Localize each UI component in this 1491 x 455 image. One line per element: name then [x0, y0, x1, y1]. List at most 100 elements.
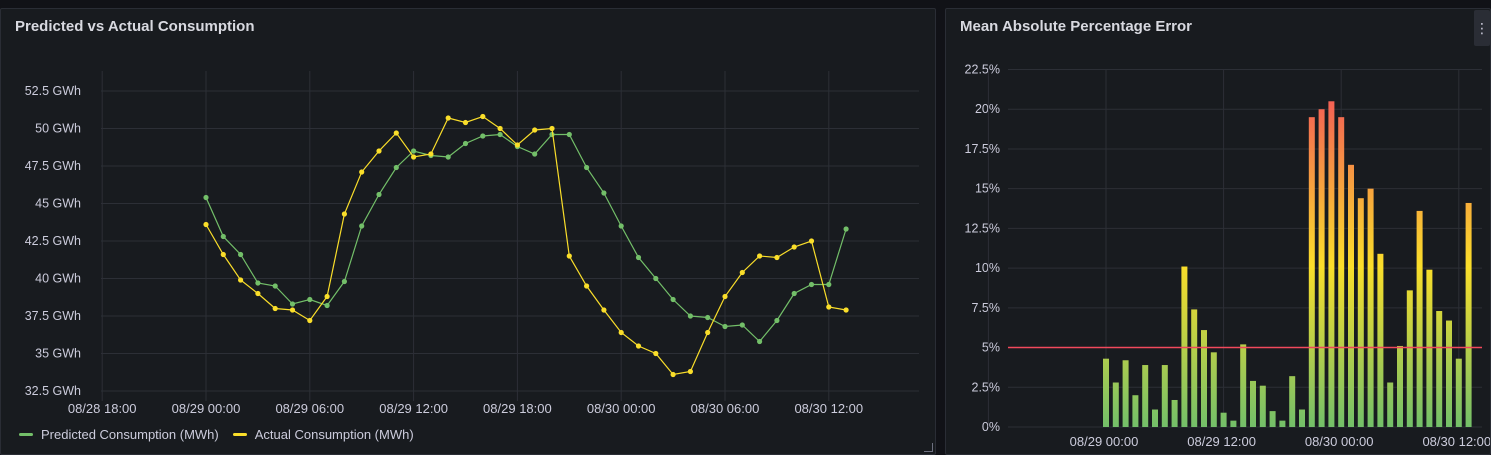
data-point-predicted — [359, 223, 365, 229]
error-bar — [1132, 395, 1139, 427]
y-tick-label: 12.5% — [965, 221, 1000, 235]
y-tick-label: 15% — [975, 182, 1000, 196]
data-point-actual — [549, 125, 555, 132]
error-bar — [1299, 409, 1305, 427]
y-tick-label: 35 GWh — [35, 347, 81, 361]
legend-swatch-predicted — [19, 433, 33, 436]
chart-legend: Predicted Consumption (MWh) Actual Consu… — [19, 427, 414, 442]
legend-swatch-actual — [232, 433, 247, 436]
x-tick-label: 08/30 12:00 — [1422, 434, 1491, 449]
error-bar — [1406, 290, 1413, 427]
data-point-predicted — [653, 275, 659, 282]
x-tick-label: 08/28 18:00 — [68, 401, 137, 416]
data-point-predicted — [808, 281, 815, 288]
data-point-predicted — [843, 226, 849, 232]
data-point-predicted — [341, 278, 347, 285]
data-point-actual — [584, 283, 590, 289]
x-tick-label: 08/30 00:00 — [1305, 434, 1374, 449]
x-tick-label: 08/30 00:00 — [587, 401, 656, 416]
error-bar — [1416, 210, 1423, 427]
data-point-actual — [272, 305, 278, 312]
data-point-actual — [601, 307, 607, 313]
error-bar — [1250, 380, 1256, 427]
data-point-actual — [359, 169, 365, 175]
error-bar — [1220, 412, 1227, 427]
error-bar — [1426, 269, 1433, 427]
x-tick-label: 08/29 00:00 — [172, 401, 241, 416]
data-point-actual — [445, 115, 451, 121]
data-point-actual — [411, 154, 417, 160]
y-tick-label: 0% — [982, 420, 1000, 434]
x-tick-label: 08/29 12:00 — [379, 401, 448, 416]
data-point-predicted — [584, 164, 590, 171]
data-point-actual — [341, 211, 347, 217]
error-bar — [1122, 360, 1129, 427]
data-point-actual — [289, 307, 296, 313]
error-bar — [1240, 344, 1247, 427]
data-point-predicted — [376, 191, 382, 198]
error-bar — [1201, 330, 1207, 427]
y-tick-label: 7.5% — [972, 301, 1001, 315]
data-point-predicted — [220, 233, 226, 240]
y-tick-label: 2.5% — [972, 380, 1001, 394]
data-point-actual — [255, 290, 261, 297]
data-point-predicted — [532, 151, 538, 157]
data-point-actual — [376, 148, 382, 154]
data-point-actual — [393, 130, 399, 136]
data-point-predicted — [445, 154, 451, 160]
data-point-predicted — [307, 296, 313, 303]
y-tick-label: 40 GWh — [35, 272, 81, 286]
data-point-predicted — [462, 140, 469, 147]
data-point-predicted — [601, 190, 607, 196]
data-point-actual — [670, 371, 676, 378]
error-bar — [1152, 409, 1158, 427]
data-point-predicted — [393, 164, 399, 171]
resize-handle-icon[interactable] — [924, 443, 933, 452]
data-point-predicted — [826, 281, 832, 288]
mape-bar-chart[interactable]: 0% 2.5% 5% 7.5% 10% 12.5% 15% 17.5% 20% 22.5% 08/2… — [946, 9, 1491, 455]
error-bar — [1328, 101, 1335, 428]
x-tick-label: 08/30 12:00 — [794, 401, 863, 416]
error-bar — [1191, 309, 1198, 427]
error-bar — [1465, 202, 1472, 427]
data-point-actual — [843, 307, 849, 313]
data-point-predicted — [757, 338, 763, 345]
data-point-predicted — [411, 148, 417, 154]
data-point-actual — [757, 253, 763, 259]
error-bar — [1318, 109, 1325, 427]
y-tick-label: 22.5% — [965, 63, 1000, 77]
x-tick-label: 08/29 06:00 — [275, 401, 344, 416]
legend-label-actual: Actual Consumption (MWh) — [254, 427, 414, 442]
data-point-actual — [480, 113, 486, 120]
error-bar — [1103, 358, 1109, 427]
mape-panel: Mean Absolute Percentage Error ⋮ 0% 2.5% 5… — [945, 8, 1491, 455]
legend-item-actual[interactable]: Actual Consumption (MWh) — [232, 427, 414, 442]
error-bar — [1446, 320, 1452, 427]
error-bar — [1210, 352, 1217, 427]
error-bar — [1279, 420, 1286, 427]
y-tick-label: 17.5% — [965, 142, 1000, 156]
error-bar — [1348, 164, 1354, 428]
error-bar — [1308, 117, 1315, 428]
y-tick-label: 47.5 GWh — [25, 159, 81, 173]
legend-label-predicted: Predicted Consumption (MWh) — [41, 427, 219, 442]
data-point-predicted — [705, 314, 711, 321]
data-point-predicted — [255, 280, 261, 286]
error-bar — [1455, 358, 1462, 427]
data-point-predicted — [618, 223, 624, 229]
data-point-predicted — [791, 290, 797, 297]
legend-item-predicted[interactable]: Predicted Consumption (MWh) — [19, 427, 219, 442]
x-tick-label: 08/29 18:00 — [483, 401, 552, 416]
error-bar — [1269, 411, 1276, 427]
y-tick-label: 42.5 GWh — [25, 234, 81, 248]
data-point-predicted — [566, 131, 572, 138]
error-bar — [1397, 345, 1403, 427]
data-point-actual — [722, 293, 728, 300]
error-bar — [1161, 365, 1168, 427]
error-bar — [1367, 188, 1374, 427]
consumption-line-chart[interactable]: 32.5 GWh 35 GWh 37.5 GWh 40 GWh 42.5 GWh 45 G… — [1, 9, 936, 455]
data-point-predicted — [272, 283, 278, 289]
data-point-predicted — [238, 251, 244, 258]
x-tick-label: 08/29 00:00 — [1070, 434, 1139, 449]
data-point-actual — [497, 125, 503, 132]
